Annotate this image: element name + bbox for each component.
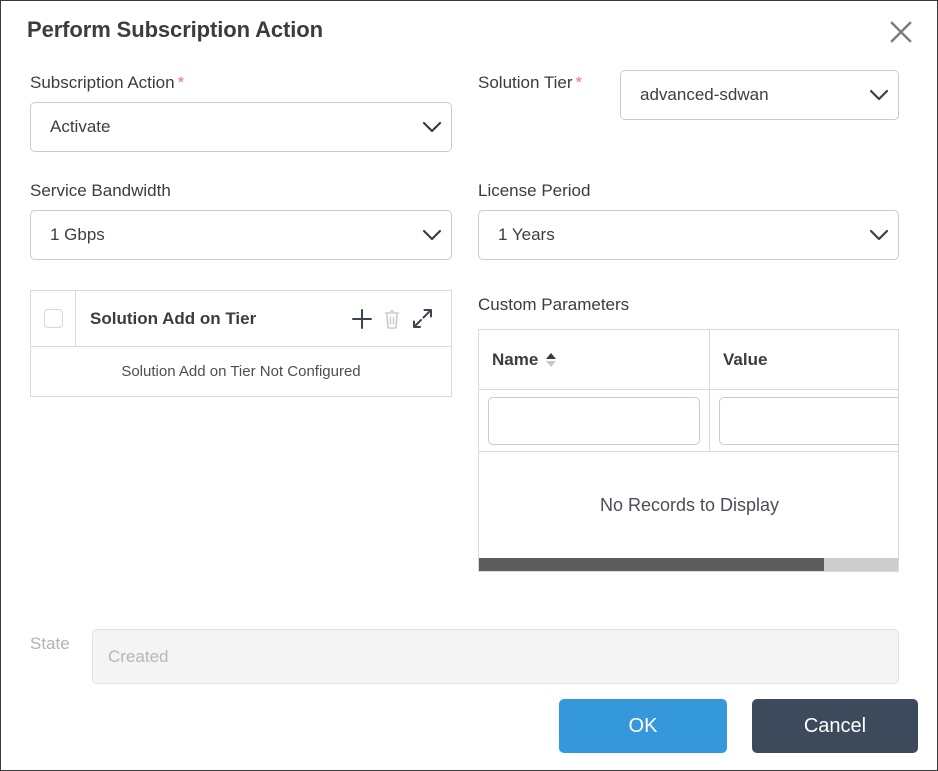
column-header-name[interactable]: Name — [479, 330, 710, 389]
license-period-label: License Period — [478, 181, 591, 200]
service-bandwidth-select[interactable]: 1 Gbps — [30, 210, 452, 260]
state-label: State — [30, 634, 70, 653]
column-header-value[interactable]: Value — [710, 330, 898, 389]
service-bandwidth-label: Service Bandwidth — [30, 181, 171, 200]
subscription-action-label: Subscription Action * — [30, 73, 184, 93]
license-period-value: 1 Years — [498, 225, 555, 244]
custom-parameters-empty-message: No Records to Display — [599, 494, 780, 515]
select-all-checkbox[interactable] — [43, 309, 63, 328]
table-empty-row: Solution Add on Tier Not Configured — [31, 347, 451, 396]
solution-addon-tier-table: Solution Add on Tier Solution Add on Tie… — [30, 290, 452, 397]
required-marker: * — [177, 73, 185, 92]
solution-tier-label-text: Solution Tier — [478, 73, 573, 92]
custom-parameters-table: Name Value No Records to Display — [478, 329, 899, 572]
trash-icon[interactable] — [377, 304, 407, 334]
custom-parameters-header-row: Name Value — [479, 330, 898, 390]
required-marker: * — [575, 73, 583, 92]
custom-parameters-scroll-area: Name Value — [479, 330, 898, 452]
expand-icon[interactable] — [407, 304, 437, 334]
filter-cell-name — [479, 390, 710, 451]
chevron-down-icon — [860, 89, 898, 102]
chevron-down-icon — [413, 121, 451, 134]
dialog-title: Perform Subscription Action — [27, 17, 323, 42]
custom-parameters-label: Custom Parameters — [478, 295, 630, 314]
select-all-cell — [31, 291, 76, 346]
solution-addon-tier-title: Solution Add on Tier — [90, 308, 257, 328]
column-header-value-label: Value — [723, 349, 768, 369]
sort-ascending-icon — [546, 352, 557, 367]
table-header-row: Solution Add on Tier — [31, 291, 451, 347]
close-icon[interactable] — [884, 15, 918, 49]
horizontal-scrollbar-thumb[interactable] — [479, 558, 825, 571]
perform-subscription-action-dialog: Perform Subscription Action Subscription… — [0, 0, 938, 771]
horizontal-scrollbar[interactable] — [479, 558, 898, 571]
filter-input-name[interactable] — [488, 396, 700, 445]
plus-icon[interactable] — [347, 304, 377, 334]
state-input — [92, 629, 899, 684]
cancel-button[interactable]: Cancel — [752, 699, 918, 753]
column-header-name-label: Name — [492, 349, 539, 369]
chevron-down-icon — [413, 229, 451, 242]
solution-tier-value: advanced-sdwan — [640, 85, 769, 104]
subscription-action-value: Activate — [50, 117, 111, 136]
custom-parameters-filter-row — [479, 390, 898, 452]
solution-addon-tier-empty-message: Solution Add on Tier Not Configured — [121, 363, 361, 380]
service-bandwidth-value: 1 Gbps — [50, 225, 105, 244]
subscription-action-label-text: Subscription Action — [30, 73, 175, 92]
subscription-action-select[interactable]: Activate — [30, 102, 452, 152]
filter-cell-value — [710, 390, 898, 451]
solution-tier-label: Solution Tier * — [478, 73, 582, 93]
filter-input-value[interactable] — [719, 396, 898, 445]
chevron-down-icon — [860, 229, 898, 242]
table-header-main: Solution Add on Tier — [76, 291, 451, 346]
ok-button[interactable]: OK — [559, 699, 727, 753]
solution-tier-select[interactable]: advanced-sdwan — [620, 70, 899, 120]
license-period-select[interactable]: 1 Years — [478, 210, 899, 260]
